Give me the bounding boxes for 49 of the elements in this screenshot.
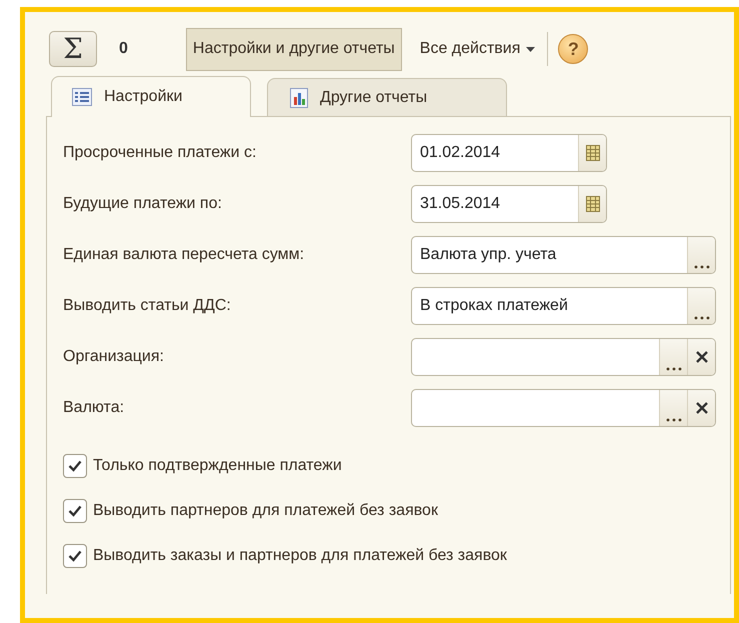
calendar-button[interactable]: [578, 186, 606, 222]
list-icon: [72, 88, 92, 106]
checkbox-label: Выводить заказы и партнеров для платежей без заявок: [93, 546, 507, 564]
field-label: Валюта:: [63, 398, 126, 416]
field-value: 31.05.2014: [419, 194, 502, 214]
ellipsis-icon: [666, 418, 682, 422]
field-value: Валюта упр. учета: [419, 244, 558, 264]
checkbox[interactable]: [63, 498, 87, 522]
close-icon: [696, 350, 708, 362]
calendar-icon: [586, 196, 600, 212]
check-icon: [68, 550, 82, 562]
caret-icon: [526, 46, 536, 52]
select-button[interactable]: [687, 288, 715, 324]
checkbox-label: Только подтвержденные платежи: [93, 456, 342, 474]
calendar-icon: [586, 144, 600, 160]
tab[interactable]: Другие отчеты: [267, 78, 507, 116]
checkbox-label: Выводить партнеров для платежей без заявок: [93, 502, 438, 520]
check-icon: [68, 460, 82, 472]
check-icon: [68, 504, 82, 516]
field-label: Будущие платежи по:: [63, 194, 223, 212]
all-actions-menu[interactable]: Все действия: [416, 36, 540, 62]
field-value: В строках платежей: [419, 296, 569, 316]
date-field[interactable]: 01.02.2014: [411, 134, 607, 172]
help-button[interactable]: ?: [558, 34, 588, 64]
clear-button[interactable]: [687, 338, 715, 374]
tab[interactable]: Настройки: [51, 76, 251, 117]
calendar-button[interactable]: [578, 134, 606, 170]
date-field[interactable]: 31.05.2014: [411, 184, 607, 222]
clear-button[interactable]: [687, 390, 715, 426]
checkbox[interactable]: [63, 544, 87, 568]
field-label: Единая валюта пересчета сумм:: [63, 246, 306, 264]
settings-toggle-button[interactable]: Настройки и другие отчеты: [186, 28, 402, 70]
input-field[interactable]: [411, 388, 716, 426]
input-field[interactable]: Валюта упр. учета: [411, 236, 716, 274]
input-field[interactable]: [411, 338, 716, 376]
ellipsis-icon: [694, 316, 710, 320]
field-label: Просроченные платежи с:: [63, 144, 258, 162]
bar-chart-icon: [290, 88, 308, 108]
sum-value: 0: [119, 40, 128, 58]
close-icon: [696, 402, 708, 414]
checkbox[interactable]: [63, 454, 87, 478]
ellipsis-icon: [666, 366, 682, 370]
select-button[interactable]: [687, 236, 715, 272]
field-value: 01.02.2014: [419, 142, 502, 162]
sum-button[interactable]: Σ: [49, 31, 97, 67]
field-label: Организация:: [63, 348, 165, 366]
field-label: Выводить статьи ДДС:: [63, 296, 232, 314]
input-field[interactable]: В строках платежей: [411, 286, 716, 324]
ellipsis-icon: [694, 264, 710, 268]
